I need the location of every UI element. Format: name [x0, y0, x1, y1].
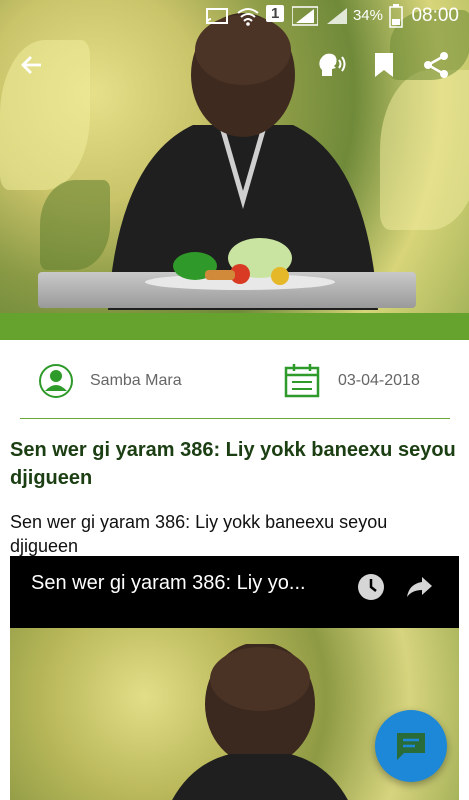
video-title[interactable]: Sen wer gi yaram 386: Liy yo...: [31, 572, 331, 595]
share-arrow-icon[interactable]: [403, 571, 435, 603]
vegetables-plate: [145, 238, 335, 290]
signal-icon: [292, 6, 318, 26]
bookmark-icon: [375, 53, 393, 77]
status-bar: 1 34% 08:00: [0, 0, 469, 32]
battery-icon: [389, 4, 403, 28]
calendar-icon: [284, 364, 320, 398]
meta-divider: [20, 418, 450, 419]
chat-fab-button[interactable]: [375, 710, 447, 782]
signal-icon-2: [327, 8, 347, 24]
article-meta: Samba Mara 03-04-2018: [0, 360, 469, 404]
share-button[interactable]: [421, 50, 451, 80]
clock-time: 08:00: [411, 5, 459, 26]
text-to-speech-button[interactable]: [316, 50, 346, 80]
back-arrow-icon: [21, 56, 41, 74]
article-body: Sen wer gi yaram 386: Liy yokk baneexu s…: [10, 512, 388, 556]
accent-strip: [0, 313, 469, 340]
video-header: Sen wer gi yaram 386: Liy yo...: [10, 556, 459, 628]
presenter-figure-thumbnail: [172, 644, 348, 800]
author-name: Samba Mara: [90, 372, 182, 389]
wifi-icon: [237, 8, 259, 26]
cast-icon: [206, 8, 228, 24]
share-icon: [424, 52, 448, 78]
user-icon: [39, 364, 73, 398]
article-hero-image: [0, 0, 469, 313]
publish-date: 03-04-2018: [338, 372, 420, 389]
back-button[interactable]: [17, 50, 47, 80]
clock-icon[interactable]: [355, 571, 387, 603]
sim-badge: 1: [266, 5, 285, 22]
battery-percent: 34%: [352, 7, 383, 24]
chat-icon: [397, 733, 425, 760]
article-title: Sen wer gi yaram 386: Liy yokk baneexu s…: [10, 439, 456, 489]
bookmark-button[interactable]: [369, 50, 399, 80]
speak-icon: [319, 53, 346, 76]
